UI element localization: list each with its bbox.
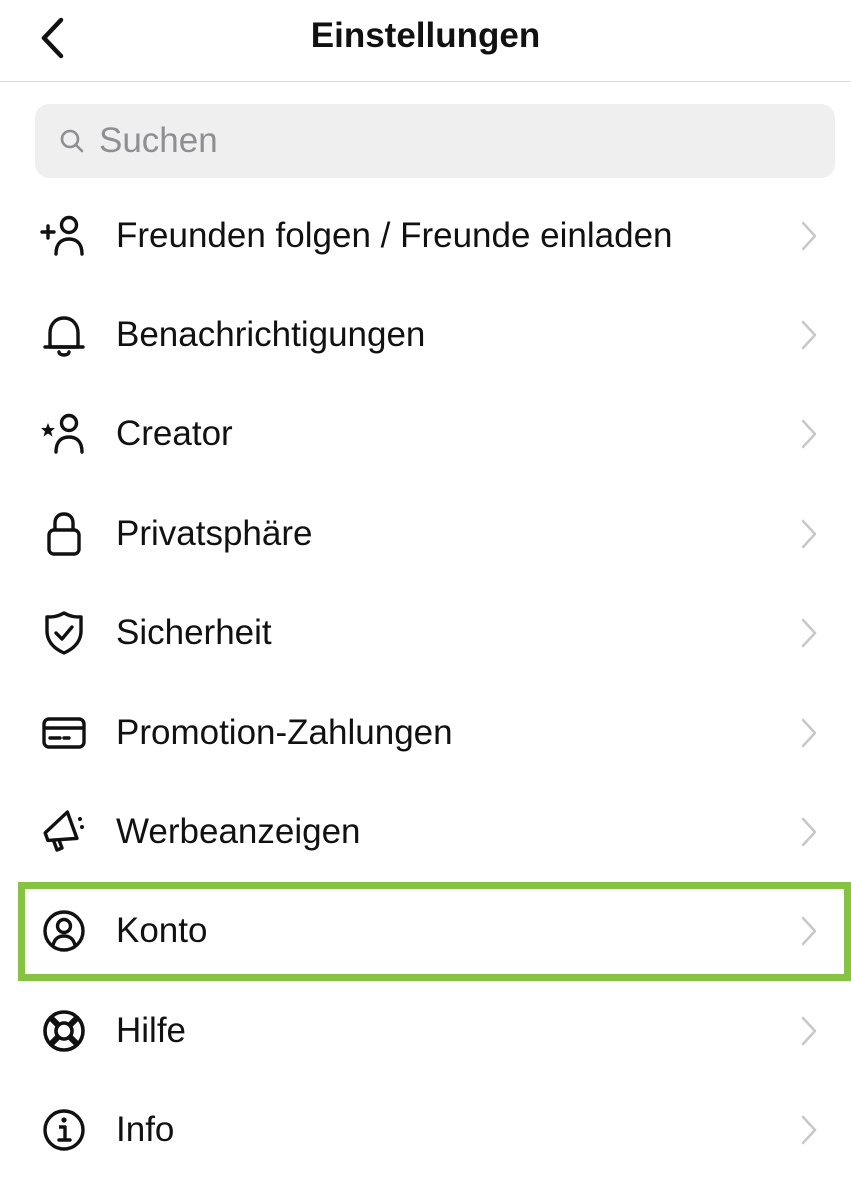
bell-icon — [36, 307, 92, 363]
settings-item-notifications[interactable]: Benachrichtigungen — [0, 285, 851, 384]
header-bar: Einstellungen — [0, 0, 851, 82]
settings-item-label: Hilfe — [116, 1010, 187, 1050]
settings-item-help[interactable]: Hilfe — [0, 981, 851, 1080]
search-icon — [57, 126, 87, 156]
lifebuoy-icon — [36, 1003, 92, 1059]
megaphone-icon — [36, 804, 92, 860]
credit-card-icon — [36, 705, 92, 761]
chevron-right-icon — [797, 913, 821, 949]
settings-list: Freunden folgen / Freunde einladen Benac… — [0, 186, 851, 1180]
settings-item-security[interactable]: Sicherheit — [0, 584, 851, 683]
settings-item-label: Creator — [116, 414, 233, 454]
shield-check-icon — [36, 605, 92, 661]
settings-item-label: Sicherheit — [116, 613, 272, 653]
settings-item-friends[interactable]: Freunden folgen / Freunde einladen — [0, 186, 851, 285]
settings-item-label: Info — [116, 1110, 175, 1150]
info-icon — [36, 1102, 92, 1158]
settings-item-label: Privatsphäre — [116, 513, 313, 553]
settings-item-promotion-payments[interactable]: Promotion-Zahlungen — [0, 683, 851, 782]
page-title: Einstellungen — [310, 16, 541, 55]
lock-icon — [36, 506, 92, 562]
chevron-right-icon — [797, 218, 821, 254]
settings-item-label: Promotion-Zahlungen — [116, 712, 453, 752]
chevron-right-icon — [797, 516, 821, 552]
search-bar[interactable] — [35, 104, 835, 178]
settings-item-account[interactable]: Konto — [18, 881, 851, 982]
settings-item-ads[interactable]: Werbeanzeigen — [0, 782, 851, 881]
settings-item-label: Konto — [116, 911, 208, 951]
settings-item-info[interactable]: Info — [0, 1081, 851, 1180]
settings-item-label: Werbeanzeigen — [116, 812, 361, 852]
chevron-right-icon — [797, 1112, 821, 1148]
chevron-right-icon — [797, 615, 821, 651]
search-input[interactable] — [99, 121, 779, 161]
settings-item-creator[interactable]: Creator — [0, 385, 851, 484]
chevron-right-icon — [797, 416, 821, 452]
chevron-right-icon — [797, 1013, 821, 1049]
star-person-icon — [36, 406, 92, 462]
add-person-icon — [36, 208, 92, 264]
chevron-right-icon — [797, 814, 821, 850]
settings-item-label: Freunden folgen / Freunde einladen — [116, 215, 673, 255]
account-circle-icon — [36, 903, 92, 959]
chevron-right-icon — [797, 715, 821, 751]
settings-item-privacy[interactable]: Privatsphäre — [0, 484, 851, 583]
chevron-right-icon — [797, 317, 821, 353]
settings-item-label: Benachrichtigungen — [116, 315, 426, 355]
